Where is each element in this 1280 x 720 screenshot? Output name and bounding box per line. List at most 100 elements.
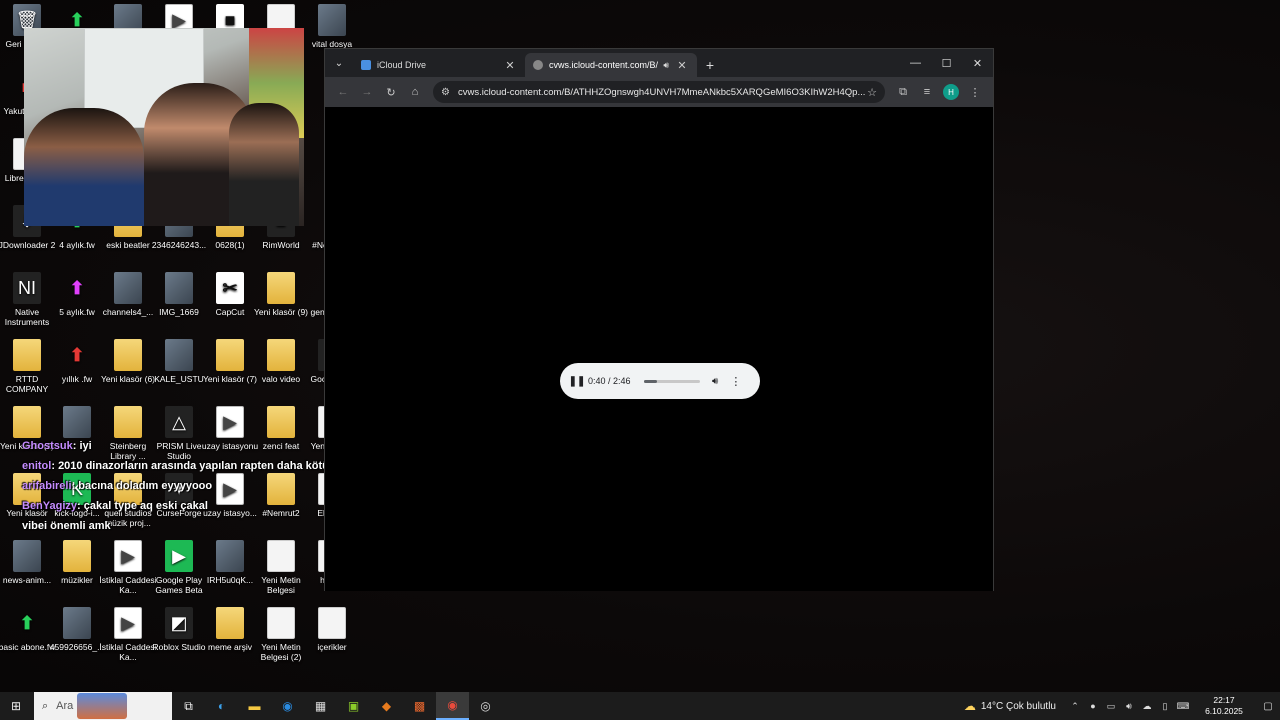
desktop-icon[interactable]: Yeni Metin Belgesi <box>252 540 310 608</box>
maximize-icon[interactable]: ☐ <box>931 49 962 77</box>
seek-bar-fill <box>644 379 658 383</box>
close-tab-icon[interactable]: ✕ <box>503 59 517 72</box>
clock-time: 22:17 <box>1213 695 1235 705</box>
notification-icon[interactable]: ▢ <box>1256 701 1280 712</box>
desktop-icon[interactable]: ▶ Google Play Games Beta <box>150 540 208 608</box>
onedrive-icon[interactable]: ☁ <box>1139 692 1155 720</box>
chat-text: : 2010 dinazorların arasında yapılan rap… <box>51 460 354 472</box>
desktop-icon[interactable]: ⬆ yıllık .fw <box>48 339 106 407</box>
desktop-icon-image <box>267 406 295 438</box>
desktop-icon[interactable]: 459926656_... <box>48 607 106 675</box>
address-bar[interactable]: ⚙ cvws.icloud-content.com/B/ATHHZOgnswgh… <box>433 81 885 103</box>
new-tab-button[interactable]: + <box>697 53 723 77</box>
close-tab-icon[interactable]: ✕ <box>675 59 689 72</box>
icloud-favicon-icon <box>361 60 371 70</box>
back-icon[interactable]: ← <box>331 80 355 104</box>
taskbar: ⊞ ⌕ Ara ⧉ ◐ ▬ ◉ ▦ ▣ ◆ ▩ ◉ ◎ ☁ 14°C Çok b… <box>0 692 1280 720</box>
chevron-up-icon[interactable]: ⌃ <box>1067 692 1083 720</box>
chat-message: arifabireli: bacına doladım eyyyyooo <box>22 480 212 492</box>
desktop-icon-label: IRH5u0qK... <box>206 575 254 585</box>
reload-icon[interactable]: ↻ <box>379 80 403 104</box>
desktop-icon-label: KALE_USTU <box>154 374 204 384</box>
media-control-icon[interactable]: ≡ <box>915 80 939 104</box>
menu-kebab-icon[interactable]: ⋮ <box>963 80 987 104</box>
forward-icon[interactable]: → <box>355 80 379 104</box>
home-icon[interactable]: ⌂ <box>403 80 427 104</box>
tab-icloud-drive[interactable]: iCloud Drive ✕ <box>353 53 525 77</box>
desktop-icon-label: Yeni Metin Belgesi <box>261 575 301 595</box>
network-icon[interactable]: ▭ <box>1103 692 1119 720</box>
microphone-icon[interactable]: ● <box>1085 692 1101 720</box>
chat-username: BenYagizy <box>22 500 78 512</box>
desktop-icon-image <box>216 339 244 371</box>
desktop-icon-label: eski beatler <box>106 240 150 250</box>
desktop-icon[interactable]: ▶ İstiklal Caddesi Ka... <box>99 607 157 675</box>
more-options-icon[interactable]: ⋮ <box>730 375 741 388</box>
taskbar-search[interactable]: ⌕ Ara <box>34 692 172 720</box>
desktop-icon[interactable]: Yeni klasör (6) <box>99 339 157 407</box>
chrome-icon[interactable]: ◉ <box>436 692 469 720</box>
tab-search-button[interactable]: ⌄ <box>325 49 353 77</box>
battery-icon[interactable]: ▯ <box>1157 692 1173 720</box>
tab-icloud-content[interactable]: cvws.icloud-content.com/B/ 🔊︎ ✕ <box>525 53 697 77</box>
desktop-icon-label: İstiklal Caddesi Ka... <box>99 575 157 595</box>
close-icon[interactable]: ✕ <box>962 49 993 77</box>
desktop-icon-label: RimWorld <box>262 240 300 250</box>
desktop-icon[interactable]: müzikler <box>48 540 106 608</box>
desktop-icon-image: NI <box>13 272 41 304</box>
volume-icon[interactable]: 🔊︎ <box>1121 692 1137 720</box>
desktop-icon[interactable]: ▶ İstiklal Caddesi Ka... <box>99 540 157 608</box>
desktop-icon-image: ▶ <box>216 406 244 438</box>
desktop-icon[interactable]: #Nemrut2 <box>252 473 310 541</box>
desktop-icon-image <box>216 607 244 639</box>
desktop-icon[interactable]: KALE_USTU <box>150 339 208 407</box>
search-placeholder: Ara <box>56 700 74 712</box>
task-view-icon[interactable]: ⧉ <box>172 692 205 720</box>
desktop-icon[interactable]: Yeni klasör (9) <box>252 272 310 340</box>
file-explorer-icon[interactable]: ▬ <box>238 692 271 720</box>
desktop-icon-image: ▶ <box>114 540 142 572</box>
desktop-icon[interactable]: IRH5u0qK... <box>201 540 259 608</box>
edge-icon[interactable]: ◐ <box>205 692 238 720</box>
desktop-icon[interactable]: meme arşiv <box>201 607 259 675</box>
desktop-icon[interactable]: channels4_... <box>99 272 157 340</box>
volume-icon[interactable]: 🔊︎ <box>712 376 718 387</box>
desktop-icon[interactable]: IMG_1669 <box>150 272 208 340</box>
desktop-icon-label: meme arşiv <box>208 642 252 652</box>
desktop-icon-label: Yeni klasör (6) <box>100 374 156 384</box>
globe-icon <box>533 60 543 70</box>
desktop-icon[interactable]: ✂ CapCut <box>201 272 259 340</box>
chat-text: : çakal type aq eski çakal <box>77 500 208 512</box>
keyboard-icon[interactable]: ⌨ <box>1175 692 1191 720</box>
app-grid-icon[interactable]: ▩ <box>403 692 436 720</box>
app-circle-icon[interactable]: ◎ <box>469 692 502 720</box>
seek-bar[interactable] <box>644 379 700 383</box>
desktop-icon[interactable]: Yeni Metin Belgesi (2) <box>252 607 310 675</box>
outlook-icon[interactable]: ◉ <box>271 692 304 720</box>
bookmark-star-icon[interactable]: ☆ <box>867 86 877 99</box>
desktop-icon[interactable]: içerikler <box>303 607 361 675</box>
desktop-icon[interactable]: ⬆ 5 aylık.fw <box>48 272 106 340</box>
fireworks-icon[interactable]: ▣ <box>337 692 370 720</box>
minimize-icon[interactable]: — <box>900 49 931 77</box>
extensions-icon[interactable]: ⧉ <box>891 80 915 104</box>
webcam-overlay <box>24 28 304 226</box>
desktop-icon[interactable]: Yeni klasör (7) <box>201 339 259 407</box>
desktop-icon-label: 4 aylık.fw <box>59 240 95 250</box>
app-flame-icon[interactable]: ◆ <box>370 692 403 720</box>
desktop-icon-label: İstiklal Caddesi Ka... <box>99 642 157 662</box>
chat-message: vibei önemli amk <box>22 520 111 532</box>
pause-icon[interactable]: ❚❚ <box>569 374 586 388</box>
store-icon[interactable]: ▦ <box>304 692 337 720</box>
desktop-icon[interactable]: ◩ Roblox Studio <box>150 607 208 675</box>
site-info-icon[interactable]: ⚙ <box>441 87 450 98</box>
desktop-icon-image <box>267 339 295 371</box>
desktop-icon-label: Yeni Metin Belgesi (2) <box>260 642 302 662</box>
profile-button[interactable]: H <box>939 80 963 104</box>
system-clock[interactable]: 22:17 6.10.2025 <box>1196 695 1252 717</box>
windows-start-icon[interactable]: ⊞ <box>0 692 32 720</box>
weather-widget[interactable]: ☁ 14°C Çok bulutlu <box>964 699 1056 713</box>
speaker-icon[interactable]: 🔊︎ <box>663 60 669 71</box>
chat-message: Ghostsuk: iyi <box>22 440 92 452</box>
desktop-icon[interactable]: valo video <box>252 339 310 407</box>
